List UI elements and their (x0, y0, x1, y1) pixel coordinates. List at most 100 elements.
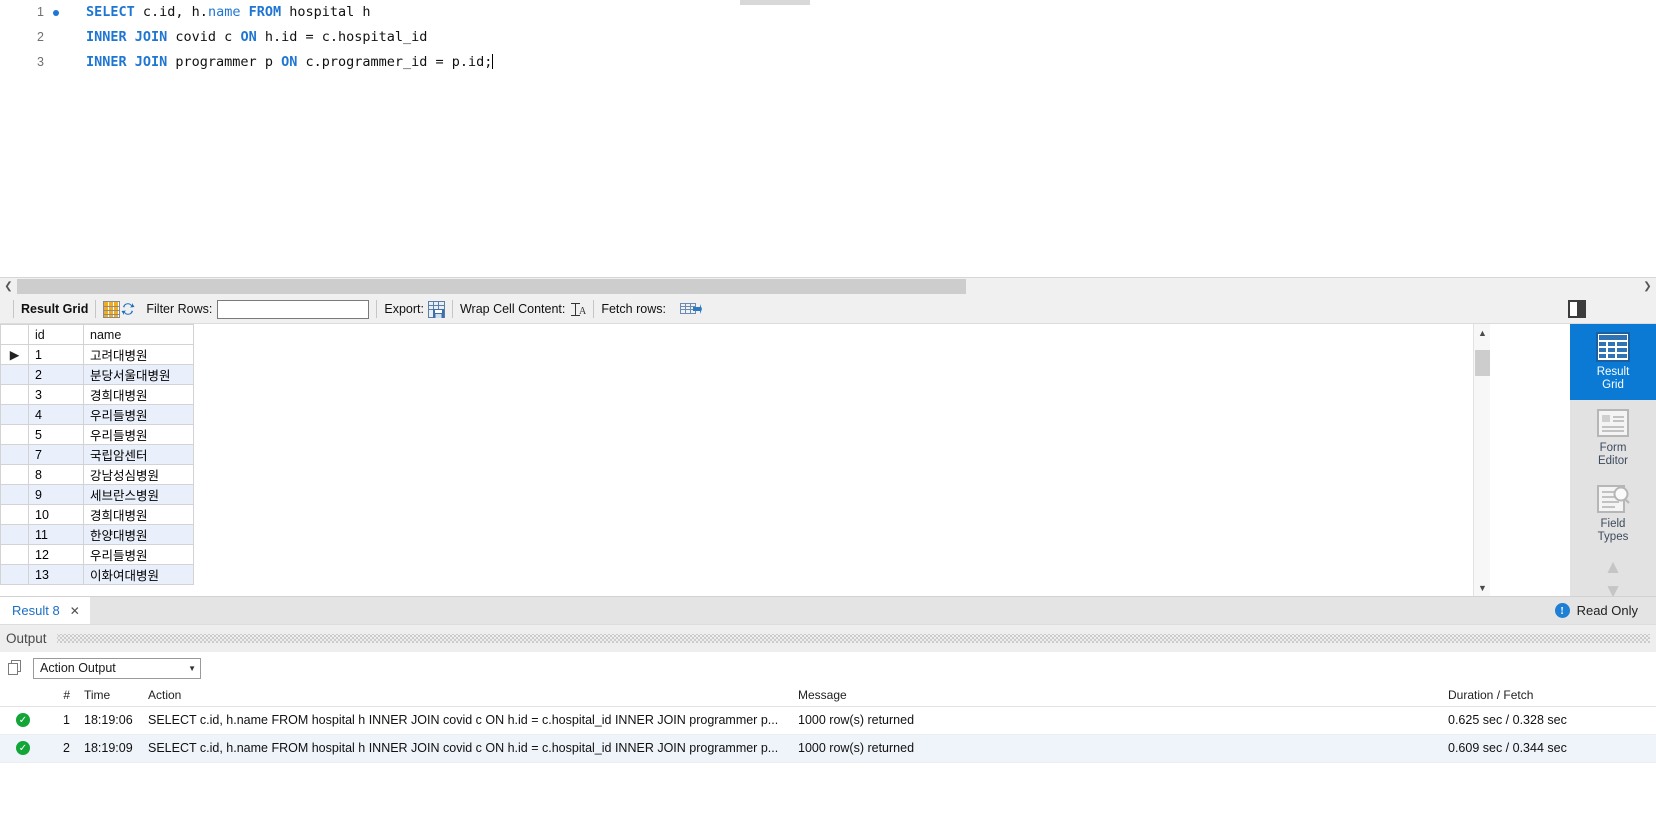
cell-name[interactable]: 분당서울대병원 (83, 364, 194, 385)
result-tab-bar: Result 8 ✕ ! Read Only (0, 596, 1656, 625)
scroll-right-arrow-icon[interactable]: ❯ (1639, 278, 1656, 295)
cell-id[interactable]: 3 (28, 384, 84, 405)
export-recordset-icon[interactable] (427, 300, 445, 318)
cell-id[interactable]: 13 (28, 564, 84, 585)
table-row[interactable]: 8 강남성심병원 (0, 464, 194, 485)
cell-id[interactable]: 4 (28, 404, 84, 425)
row-marker[interactable] (0, 504, 29, 525)
cell-id[interactable]: 10 (28, 504, 84, 525)
cell-name[interactable]: 고려대병원 (83, 344, 194, 365)
cell-name[interactable]: 세브란스병원 (83, 484, 194, 505)
row-marker[interactable]: ▶ (0, 344, 29, 365)
row-marker[interactable] (0, 464, 29, 485)
action-output-header-duration[interactable]: Duration / Fetch (1442, 684, 1656, 707)
sidebar-item-field-types-label-1: Field (1600, 518, 1626, 530)
action-output-header-action[interactable]: Action (142, 684, 792, 707)
vscroll-thumb[interactable] (1475, 350, 1490, 376)
close-icon[interactable]: ✕ (70, 604, 80, 618)
action-output-header-time[interactable]: Time (78, 684, 142, 707)
row-marker[interactable] (0, 364, 29, 385)
action-output-row[interactable]: ✓ 1 18:19:06 SELECT c.id, h.name FROM hospi… (0, 706, 1656, 735)
cell-name[interactable]: 우리들병원 (83, 544, 194, 565)
cell-id[interactable]: 9 (28, 484, 84, 505)
table-row[interactable]: 3 경희대병원 (0, 384, 194, 405)
cell-id[interactable]: 1 (28, 344, 84, 365)
cell-name[interactable]: 경희대병원 (83, 384, 194, 405)
cell-id[interactable]: 2 (28, 364, 84, 385)
code-text: INNER JOIN covid c ON h.id = c.hospital_… (86, 25, 427, 50)
cell-id[interactable]: 11 (28, 524, 84, 545)
scroll-down-arrow-icon[interactable]: ▼ (1474, 579, 1491, 596)
table-row[interactable]: 4 우리들병원 (0, 404, 194, 425)
table-row[interactable]: 2 분당서울대병원 (0, 364, 194, 385)
code-token: INNER JOIN (86, 54, 168, 70)
sidebar-item-form-editor[interactable]: Form Editor (1570, 400, 1656, 476)
copy-icon[interactable] (8, 660, 23, 676)
fetch-rows-icon[interactable] (679, 301, 702, 317)
row-marker[interactable] (0, 524, 29, 545)
cell-name[interactable]: 경희대병원 (83, 504, 194, 525)
sidebar-item-field-types[interactable]: Field Types (1570, 476, 1656, 552)
cell-name[interactable]: 이화여대병원 (83, 564, 194, 585)
cell-id[interactable]: 7 (28, 444, 84, 465)
scroll-up-arrow-icon[interactable]: ▲ (1474, 324, 1491, 341)
grid-vertical-scrollbar[interactable]: ▲ ▼ (1473, 324, 1490, 596)
row-marker[interactable] (0, 564, 29, 585)
table-row[interactable]: 13 이화여대병원 (0, 564, 194, 585)
row-marker[interactable] (0, 404, 29, 425)
action-output-row[interactable]: ✓ 2 18:19:09 SELECT c.id, h.name FROM hospi… (0, 734, 1656, 763)
result-grid[interactable]: id name ▶ 1 고려대병원 2 분당서울대병원 3 경희대병원 4 우리들병원 5 우리들병… (0, 324, 1490, 596)
table-row[interactable]: 9 세브란스병원 (0, 484, 194, 505)
row-marker[interactable] (0, 424, 29, 445)
editor-horizontal-scrollbar[interactable]: ❮ ❯ (0, 278, 1656, 295)
output-toolbar: Action Output ▼ (0, 652, 1656, 684)
form-editor-icon (1595, 408, 1631, 438)
chevron-down-icon[interactable]: ▼ (188, 664, 196, 673)
cell-id[interactable]: 8 (28, 464, 84, 485)
table-row[interactable]: 10 경희대병원 (0, 504, 194, 525)
row-marker[interactable] (0, 544, 29, 565)
grid-view-icon[interactable] (103, 300, 121, 318)
cell-name[interactable]: 한양대병원 (83, 524, 194, 545)
cell-duration: 0.609 sec / 0.344 sec (1442, 734, 1656, 763)
sql-editor[interactable]: 1 SELECT c.id, h.name FROM hospital h 2 INN… (0, 0, 1656, 278)
cell-name[interactable]: 우리들병원 (83, 404, 194, 425)
code-line[interactable]: 2 INNER JOIN covid c ON h.id = c.hospital… (0, 25, 1656, 50)
cell-id[interactable]: 5 (28, 424, 84, 445)
grid-body: ▶ 1 고려대병원 2 분당서울대병원 3 경희대병원 4 우리들병원 5 우리들병원 7 국립암센터 8… (0, 344, 194, 585)
cell-name[interactable]: 국립암센터 (83, 444, 194, 465)
action-output-header-message[interactable]: Message (792, 684, 1442, 707)
toggle-side-panel-icon[interactable] (1568, 300, 1586, 318)
code-token: INNER JOIN (86, 29, 168, 45)
tab-result-8[interactable]: Result 8 ✕ (0, 596, 90, 625)
cell-name[interactable]: 우리들병원 (83, 424, 194, 445)
row-marker[interactable] (0, 484, 29, 505)
output-section-header: Output (0, 624, 1656, 652)
action-output-header-num[interactable]: # (36, 684, 78, 707)
code-line[interactable]: 3 INNER JOIN programmer p ON c.programmer… (0, 50, 1656, 75)
table-row[interactable]: 12 우리들병원 (0, 544, 194, 565)
result-grid-toolbar: Result Grid Filter Rows: Export: Wrap Ce… (0, 295, 1656, 324)
cell-name[interactable]: 강남성심병원 (83, 464, 194, 485)
grid-column-header-name[interactable]: name (83, 324, 194, 345)
refresh-icon[interactable] (120, 301, 136, 317)
row-marker[interactable] (0, 444, 29, 465)
hscroll-thumb[interactable] (17, 279, 966, 294)
breakpoint-marker-icon[interactable] (53, 10, 59, 16)
table-row[interactable]: ▶ 1 고려대병원 (0, 344, 194, 365)
sidebar-item-result-grid[interactable]: Result Grid (1561, 324, 1656, 400)
cell-id[interactable]: 12 (28, 544, 84, 565)
code-line[interactable]: 1 SELECT c.id, h.name FROM hospital h (0, 0, 1656, 25)
table-row[interactable]: 5 우리들병원 (0, 424, 194, 445)
output-view-select[interactable]: Action Output ▼ (33, 657, 201, 679)
chevron-up-icon[interactable]: ▲ (1604, 557, 1623, 579)
scroll-left-arrow-icon[interactable]: ❮ (0, 278, 17, 295)
grid-column-header-id[interactable]: id (28, 324, 84, 345)
hscroll-track[interactable] (17, 278, 1639, 295)
table-row[interactable]: 7 국립암센터 (0, 444, 194, 465)
row-marker[interactable] (0, 384, 29, 405)
wrap-text-icon[interactable]: A (570, 302, 587, 317)
output-header-rail (56, 634, 1650, 643)
table-row[interactable]: 11 한양대병원 (0, 524, 194, 545)
filter-rows-input[interactable] (217, 299, 370, 319)
